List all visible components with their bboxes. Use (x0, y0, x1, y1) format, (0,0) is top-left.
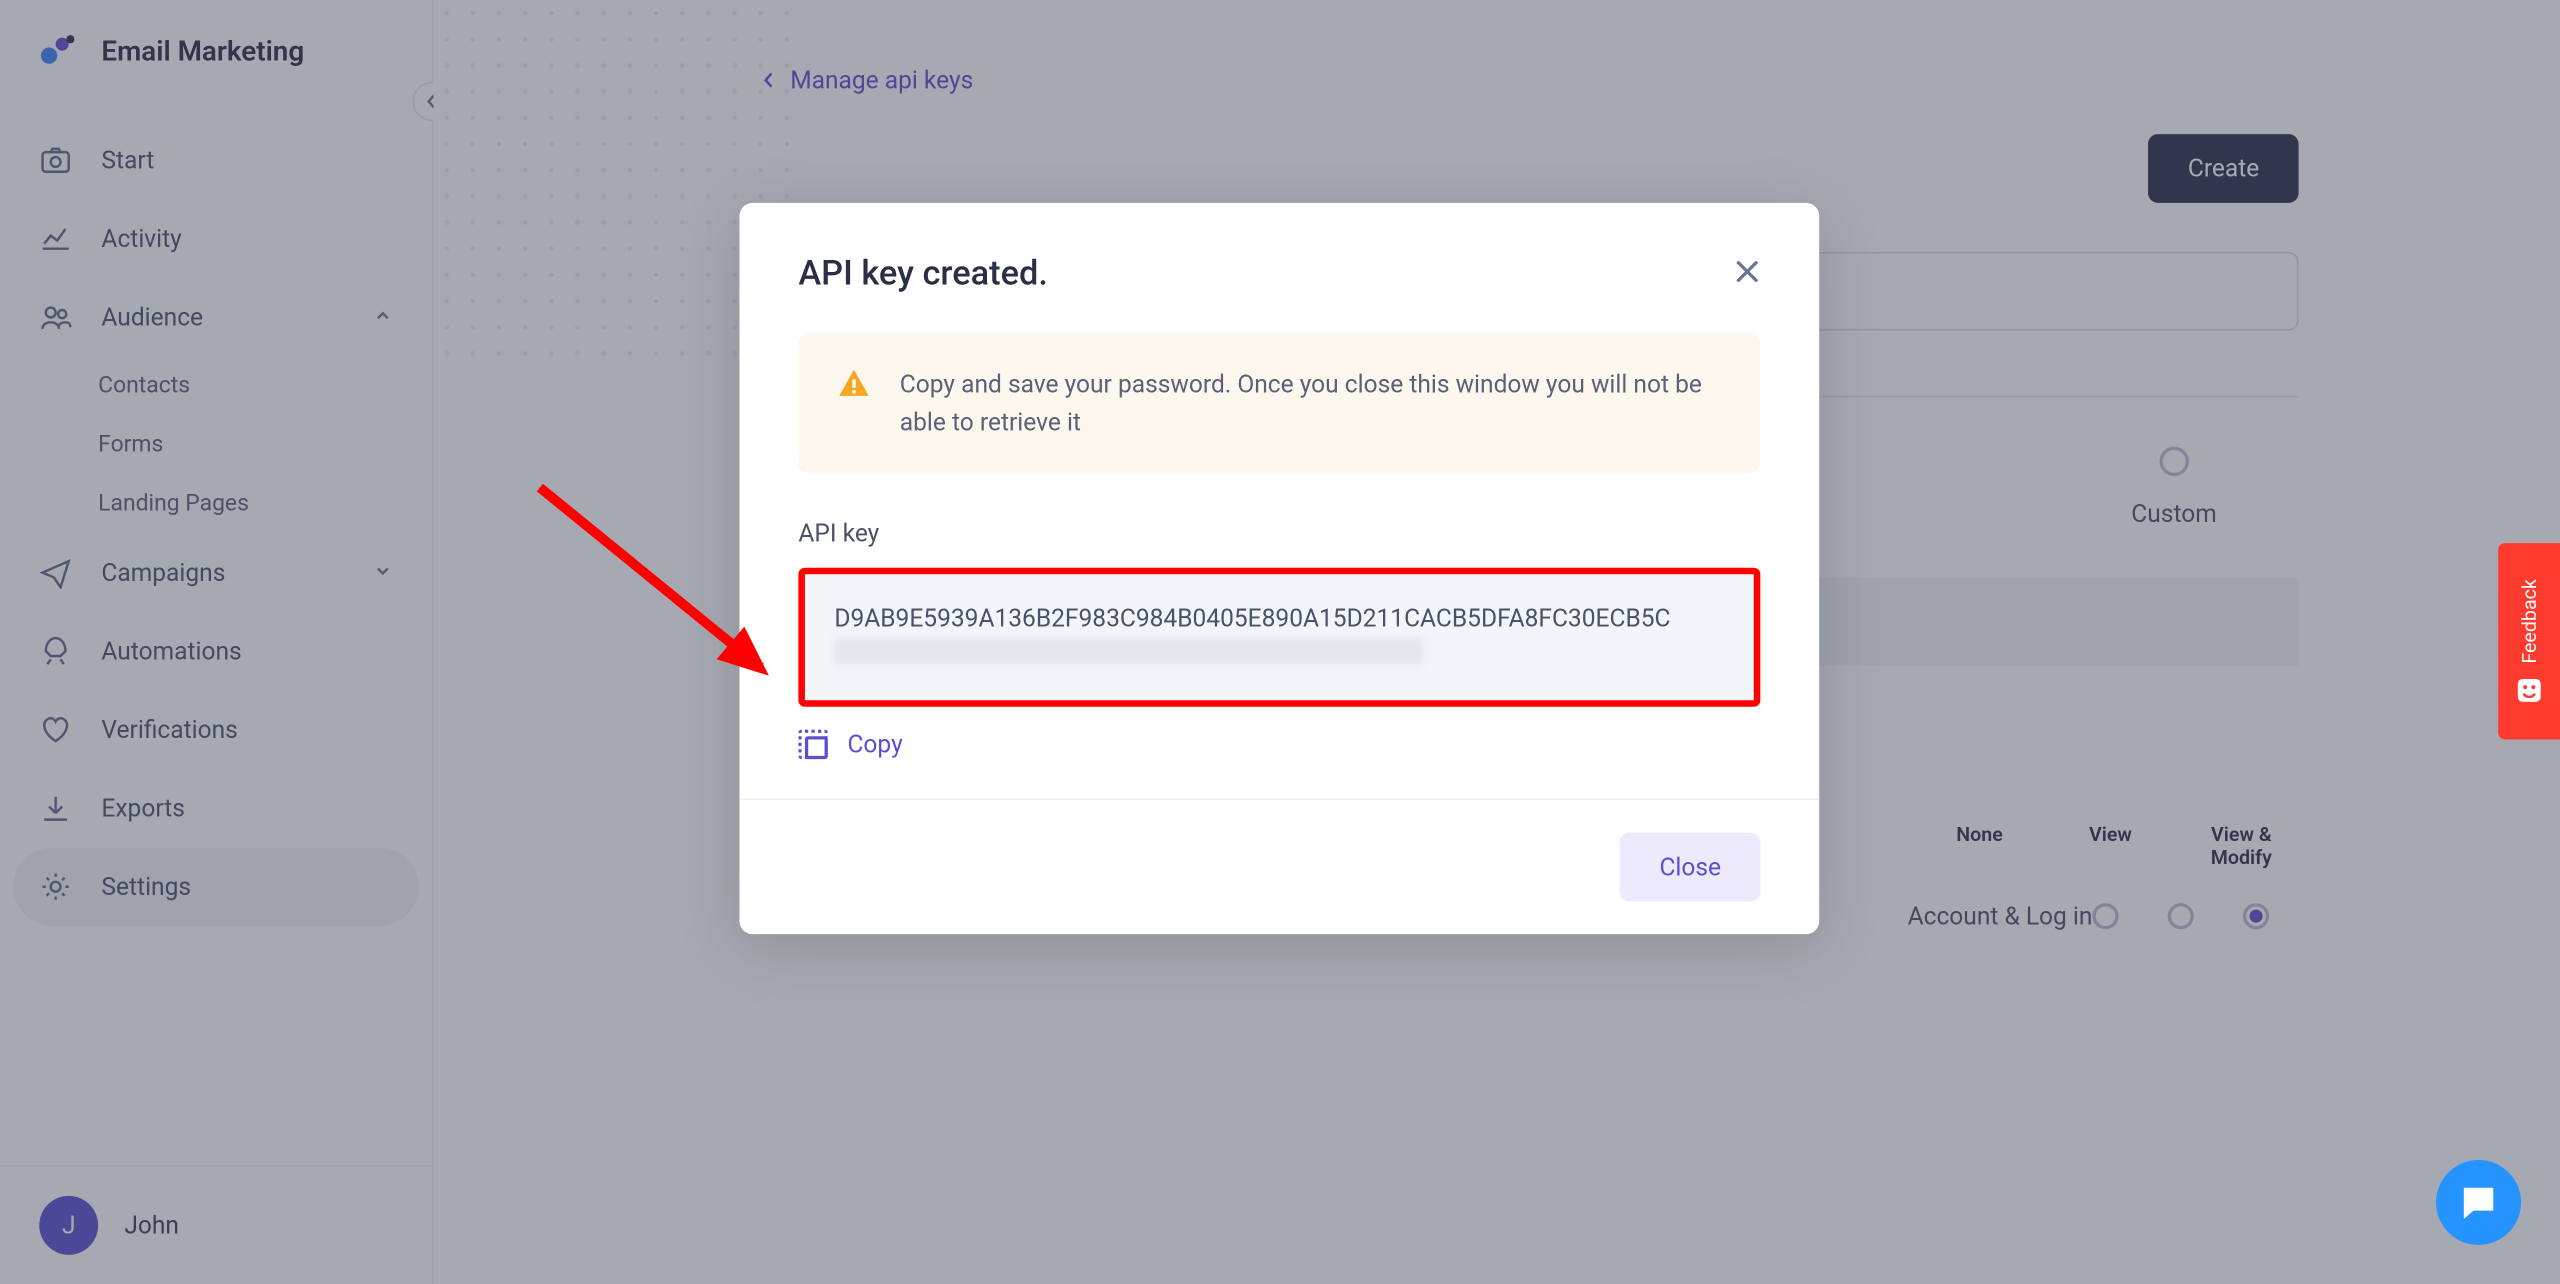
chat-launcher[interactable] (2436, 1160, 2521, 1245)
modal-close-button[interactable] (1734, 258, 1760, 292)
feedback-label: Feedback (2518, 579, 2541, 663)
chat-icon (2457, 1181, 2500, 1224)
feedback-tab[interactable]: Feedback (2498, 543, 2560, 739)
warning-alert: Copy and save your password. Once you cl… (798, 334, 1760, 473)
modal-title: API key created. (798, 255, 1048, 294)
api-key-hidden (834, 637, 1423, 663)
api-key-value[interactable]: D9AB9E5939A136B2F983C984B0405E890A15D211… (798, 568, 1760, 707)
api-key-modal: API key created. Copy and save your pass… (739, 203, 1819, 934)
copy-label: Copy (847, 730, 902, 759)
copy-button[interactable]: Copy (798, 730, 1760, 759)
copy-icon (798, 730, 827, 759)
smiley-icon (2516, 677, 2542, 703)
api-key-label: API key (798, 519, 1760, 548)
warning-icon (838, 366, 871, 399)
api-key-text: D9AB9E5939A136B2F983C984B0405E890A15D211… (834, 604, 1670, 633)
alert-text: Copy and save your password. Once you cl… (900, 366, 1721, 440)
close-icon (1734, 258, 1760, 284)
close-button[interactable]: Close (1620, 833, 1760, 902)
